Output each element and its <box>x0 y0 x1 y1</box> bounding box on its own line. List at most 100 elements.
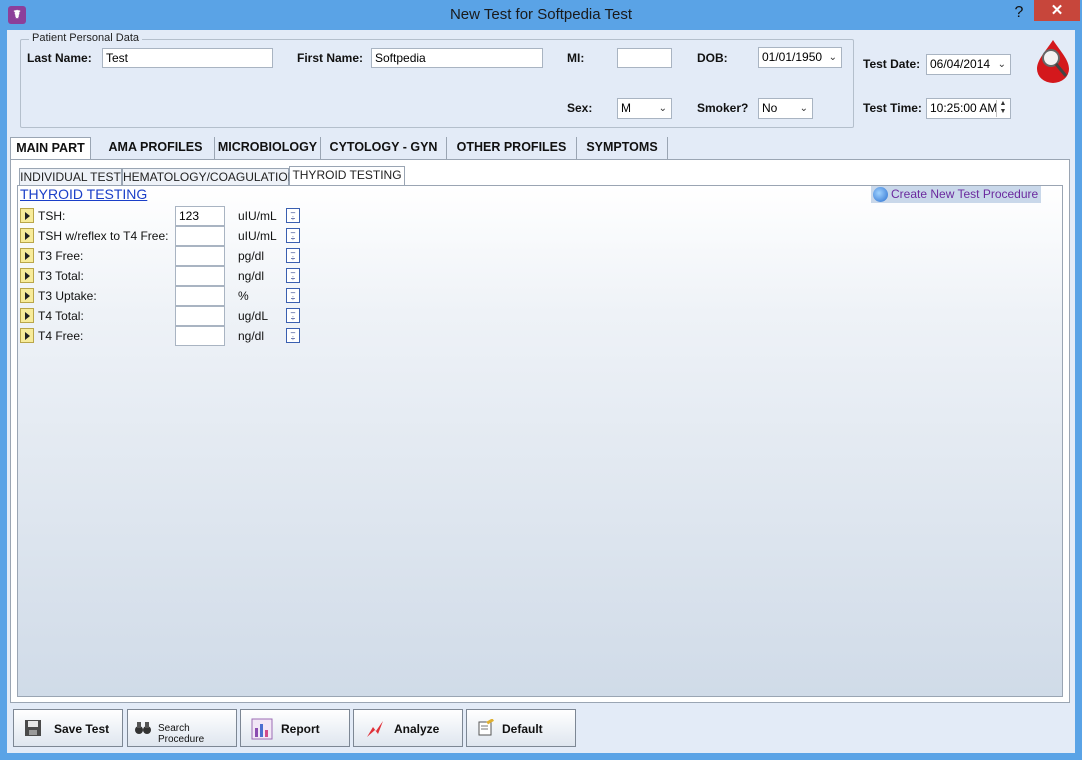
expand-arrow-icon[interactable] <box>20 268 34 283</box>
test-name: T4 Total: <box>38 309 84 323</box>
test-name: T3 Free: <box>38 249 84 263</box>
test-value-input[interactable] <box>175 326 225 346</box>
globe-icon <box>873 187 888 202</box>
test-unit: ug/dL <box>238 309 269 323</box>
test-date-picker[interactable]: 06/04/2014 ⌄ <box>926 54 1011 75</box>
expand-arrow-icon[interactable] <box>20 208 34 223</box>
smoker-select[interactable]: No ⌄ <box>758 98 813 119</box>
formula-icon[interactable]: – ÷ <box>286 308 300 323</box>
tab-cytology-gyn[interactable]: CYTOLOGY - GYN <box>321 137 447 159</box>
test-unit: % <box>238 289 249 303</box>
formula-icon[interactable]: – ÷ <box>286 328 300 343</box>
help-button[interactable]: ? <box>1006 3 1032 23</box>
expand-arrow-icon[interactable] <box>20 228 34 243</box>
formula-icon[interactable]: – ÷ <box>286 268 300 283</box>
test-value-input[interactable]: 123 <box>175 206 225 226</box>
test-name: T4 Free: <box>38 329 84 343</box>
test-time-value: 10:25:00 AM <box>930 101 998 115</box>
app-window: ☤ New Test for Softpedia Test ? ✕ Patien… <box>0 0 1082 760</box>
test-name: T3 Total: <box>38 269 84 283</box>
test-value-input[interactable] <box>175 286 225 306</box>
tab-main-part[interactable]: MAIN PART <box>10 137 91 159</box>
test-unit: pg/dl <box>238 249 265 263</box>
analyze-button[interactable]: Analyze <box>353 709 463 747</box>
patient-data-group: Patient Personal Data Last Name: Test Fi… <box>20 32 854 128</box>
tab-symptoms[interactable]: SYMPTOMS <box>577 137 668 159</box>
formula-icon[interactable]: – ÷ <box>286 208 300 223</box>
dob-label: DOB: <box>697 51 728 65</box>
test-row: T3 Total: ng/dl – ÷ <box>20 266 320 286</box>
report-label: Report <box>281 722 320 736</box>
dob-value: 01/01/1950 <box>762 50 823 64</box>
formula-icon[interactable]: – ÷ <box>286 288 300 303</box>
save-test-button[interactable]: Save Test <box>13 709 123 747</box>
last-name-input[interactable]: Test <box>102 48 273 68</box>
floppy-disk-icon <box>25 720 41 736</box>
formula-icon[interactable]: – ÷ <box>286 248 300 263</box>
bar-chart-icon <box>251 718 273 740</box>
save-test-label: Save Test <box>54 722 110 736</box>
create-new-test-procedure-link[interactable]: Create New Test Procedure <box>871 186 1042 203</box>
default-button[interactable]: Default <box>466 709 576 747</box>
lightning-icon <box>367 721 383 737</box>
chevron-down-icon: ⌄ <box>799 103 808 114</box>
last-name-label: Last Name: <box>27 51 92 65</box>
dob-picker[interactable]: 01/01/1950 ⌄ <box>758 47 842 68</box>
tab-ama-profiles[interactable]: AMA PROFILES <box>97 137 215 159</box>
smoker-label: Smoker? <box>697 101 749 115</box>
expand-arrow-icon[interactable] <box>20 288 34 303</box>
binoculars-icon <box>135 722 151 734</box>
chevron-down-icon: ⌄ <box>828 52 837 63</box>
expand-arrow-icon[interactable] <box>20 308 34 323</box>
mi-label: MI: <box>567 51 585 65</box>
test-unit: uIU/mL <box>238 229 277 243</box>
create-link-label: Create New Test Procedure <box>891 187 1039 201</box>
chevron-down-icon: ⌄ <box>658 103 667 114</box>
test-value-input[interactable] <box>175 246 225 266</box>
test-value-input[interactable] <box>175 226 225 246</box>
client-area: Patient Personal Data Last Name: Test Fi… <box>7 30 1075 753</box>
test-date-value: 06/04/2014 <box>930 57 991 71</box>
test-value-input[interactable] <box>175 306 225 326</box>
test-row: T3 Uptake: % – ÷ <box>20 286 320 306</box>
tab-hematology-coagulation[interactable]: HEMATOLOGY/COAGULATION <box>122 168 296 186</box>
tab-microbiology[interactable]: MICROBIOLOGY <box>215 137 321 159</box>
patient-data-group-title: Patient Personal Data <box>29 32 143 44</box>
test-row: TSH: 123 uIU/mL – ÷ <box>20 206 320 226</box>
tab-individual-test[interactable]: INDIVIDUAL TEST <box>19 168 122 186</box>
search-procedure-button[interactable]: Search Procedure <box>127 709 237 747</box>
first-name-label: First Name: <box>297 51 364 65</box>
first-name-input[interactable]: Softpedia <box>371 48 543 68</box>
report-button[interactable]: Report <box>240 709 350 747</box>
expand-arrow-icon[interactable] <box>20 328 34 343</box>
test-row: T4 Free: ng/dl – ÷ <box>20 326 320 346</box>
window-title: New Test for Softpedia Test <box>449 6 633 23</box>
test-value-input[interactable] <box>175 266 225 286</box>
spin-updown-icon[interactable]: ▲ ▼ <box>996 100 1009 117</box>
sex-select[interactable]: M ⌄ <box>617 98 672 119</box>
test-time-spinner[interactable]: 10:25:00 AM ▲ ▼ <box>926 98 1011 119</box>
test-unit: ng/dl <box>238 269 265 283</box>
search-procedure-label: Search Procedure <box>158 723 205 745</box>
close-button[interactable]: ✕ <box>1034 0 1080 21</box>
formula-icon[interactable]: – ÷ <box>286 228 300 243</box>
document-pencil-icon <box>478 719 494 736</box>
title-bar[interactable]: ☤ New Test for Softpedia Test ? ✕ <box>0 0 1082 30</box>
chevron-down-icon: ⌄ <box>997 59 1006 70</box>
mi-input[interactable] <box>617 48 672 68</box>
tab-thyroid-testing[interactable]: THYROID TESTING <box>289 166 405 186</box>
section-title[interactable]: THYROID TESTING <box>20 186 147 202</box>
tab-other-profiles[interactable]: OTHER PROFILES <box>447 137 577 159</box>
default-label: Default <box>502 722 543 736</box>
test-unit: ng/dl <box>238 329 265 343</box>
test-row: T3 Free: pg/dl – ÷ <box>20 246 320 266</box>
test-name: T3 Uptake: <box>38 289 97 303</box>
main-part-panel: INDIVIDUAL TEST HEMATOLOGY/COAGULATION T… <box>10 159 1070 703</box>
test-time-label: Test Time: <box>863 101 922 115</box>
thyroid-testing-panel: THYROID TESTING Create New Test Procedur… <box>17 185 1063 697</box>
test-row: TSH w/reflex to T4 Free: uIU/mL – ÷ <box>20 226 320 246</box>
expand-arrow-icon[interactable] <box>20 248 34 263</box>
analyze-label: Analyze <box>394 722 440 736</box>
test-row: T4 Total: ug/dL – ÷ <box>20 306 320 326</box>
test-unit: uIU/mL <box>238 209 277 223</box>
